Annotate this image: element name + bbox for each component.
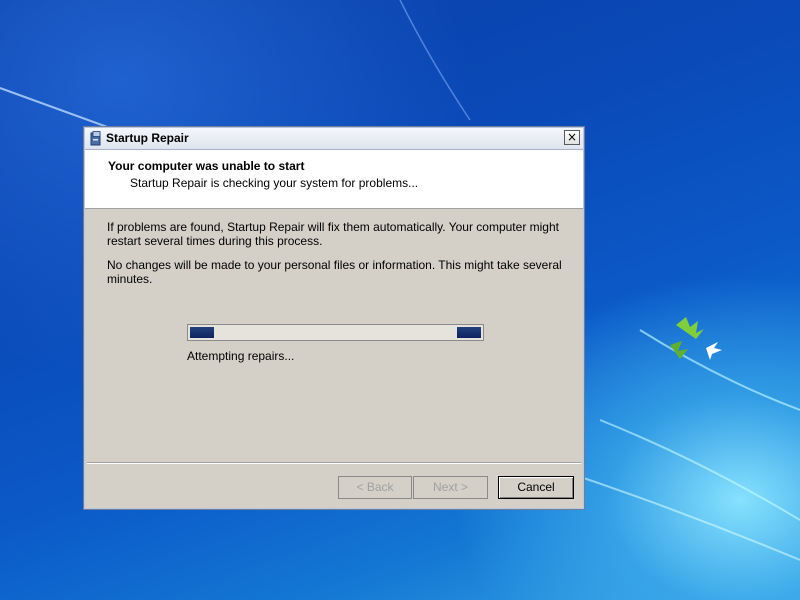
footer-divider xyxy=(87,462,581,464)
desktop-background: Startup Repair × Your computer was unabl… xyxy=(0,0,800,600)
progress-marquee-block xyxy=(190,327,214,338)
info-paragraph-2: No changes will be made to your personal… xyxy=(107,258,562,286)
close-button[interactable]: × xyxy=(564,130,580,145)
startup-repair-icon xyxy=(90,131,101,146)
progress-bar xyxy=(187,324,484,341)
header-title: Your computer was unable to start xyxy=(108,159,305,173)
progress-status-text: Attempting repairs... xyxy=(187,349,295,363)
startup-repair-dialog: Startup Repair × Your computer was unabl… xyxy=(83,126,585,510)
close-icon: × xyxy=(566,130,578,144)
header-subtitle: Startup Repair is checking your system f… xyxy=(130,176,419,190)
window-title: Startup Repair xyxy=(106,131,189,145)
cancel-button[interactable]: Cancel xyxy=(498,476,574,499)
back-button[interactable]: < Back xyxy=(338,476,412,499)
info-paragraph-1: If problems are found, Startup Repair wi… xyxy=(107,220,559,248)
progress-marquee-block xyxy=(457,327,481,338)
title-bar[interactable]: Startup Repair × xyxy=(85,128,583,150)
bird-icon xyxy=(670,317,722,360)
next-button[interactable]: Next > xyxy=(413,476,488,499)
header-band: Your computer was unable to start Startu… xyxy=(85,150,583,209)
